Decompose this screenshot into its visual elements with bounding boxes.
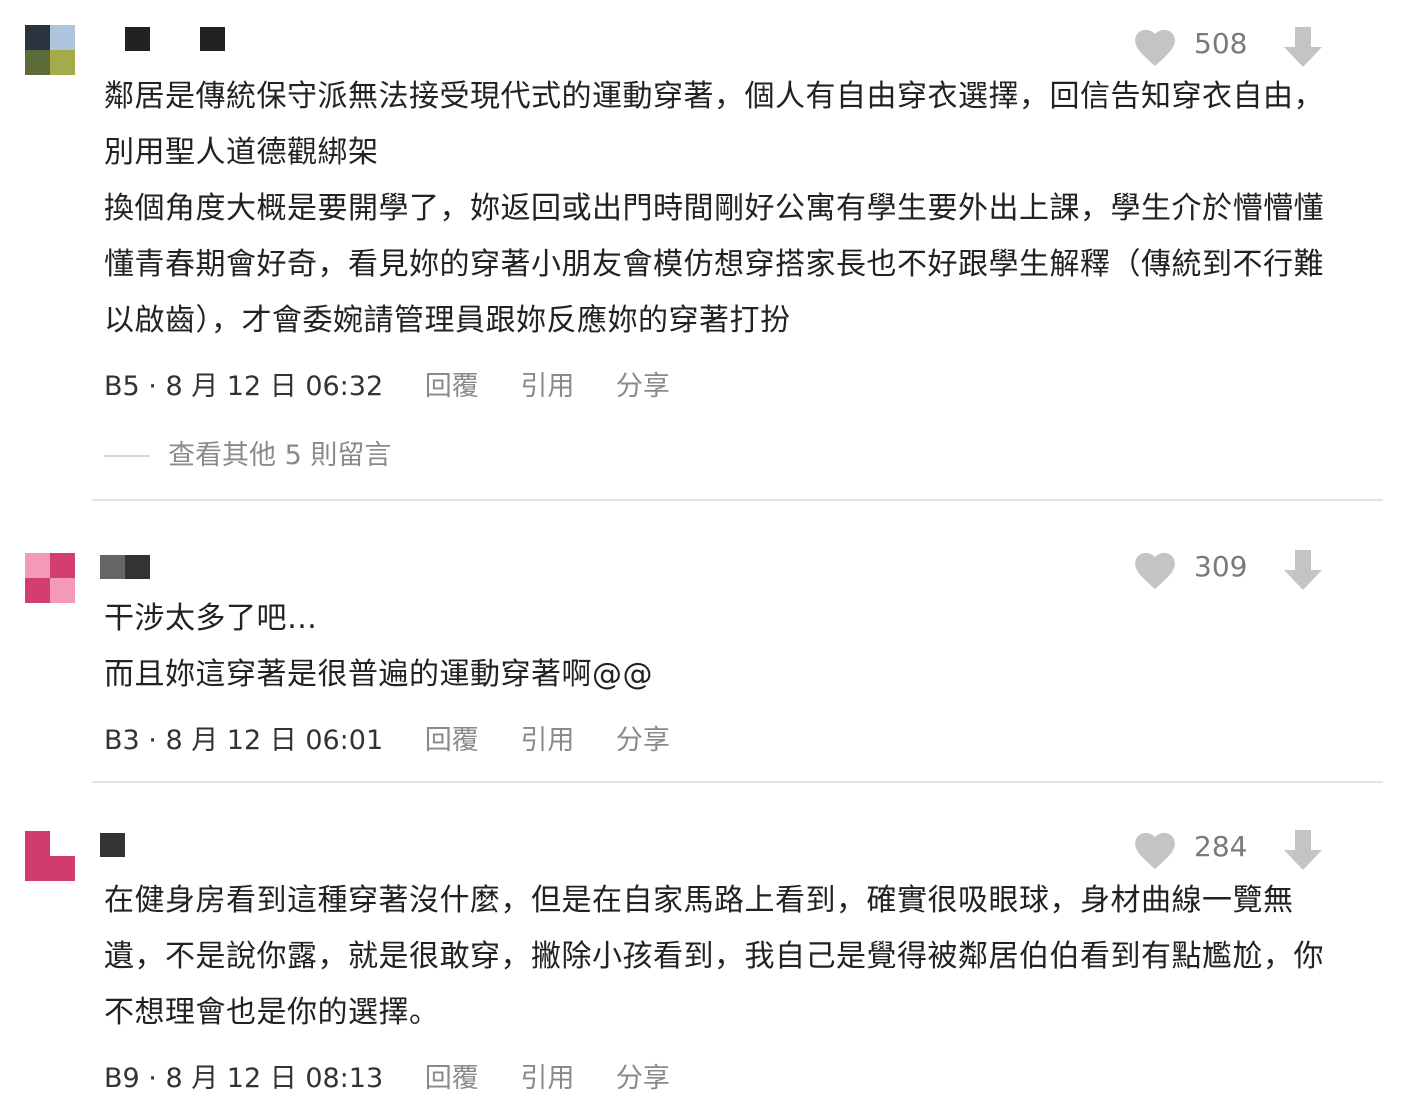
comment-line: 干涉太多了吧… <box>104 601 318 636</box>
heart-icon[interactable] <box>1134 552 1176 590</box>
avatar-cell <box>25 831 50 856</box>
comment-body: 干涉太多了吧… 而且妳這穿著是很普遍的運動穿著啊@@ <box>104 591 653 703</box>
heart-icon[interactable] <box>1134 29 1176 67</box>
avatar[interactable] <box>25 831 75 881</box>
comment-body: 鄰居是傳統保守派無法接受現代式的運動穿著，個人有自由穿衣選擇，回信告知穿衣自由，… <box>104 69 1324 349</box>
author-block <box>100 833 125 857</box>
quote-button[interactable]: 引用 <box>520 724 574 758</box>
arrow-down-icon[interactable] <box>1284 27 1322 67</box>
comment-line: 懂青春期會好奇，看見妳的穿著小朋友會模仿想穿搭家長也不好跟學生解釋（傳統到不行難 <box>104 247 1324 282</box>
quote-button[interactable]: 引用 <box>520 1062 574 1096</box>
like-count: 284 <box>1194 830 1248 863</box>
avatar-cell <box>50 553 75 578</box>
comment-meta: B3 · 8 月 12 日 06:01 回覆 引用 分享 <box>104 724 670 758</box>
separator: · <box>139 725 166 756</box>
avatar-cell <box>25 578 50 603</box>
avatar-cell <box>25 50 50 75</box>
timestamp: 8 月 12 日 08:13 <box>165 1063 384 1094</box>
avatar-cell <box>25 25 50 50</box>
arrow-down-icon[interactable] <box>1284 550 1322 590</box>
vote-controls: 284 <box>1134 828 1364 870</box>
comment-line: 別用聖人道德觀綁架 <box>104 135 379 170</box>
avatar-cell <box>50 578 75 603</box>
avatar-cell <box>50 831 75 856</box>
timestamp: 8 月 12 日 06:32 <box>165 371 384 402</box>
quote-button[interactable]: 引用 <box>520 370 574 404</box>
like-count: 508 <box>1194 27 1248 60</box>
reply-button[interactable]: 回覆 <box>425 1062 479 1096</box>
comment-line: 鄰居是傳統保守派無法接受現代式的運動穿著，個人有自由穿衣選擇，回信告知穿衣自由， <box>104 79 1324 114</box>
share-button[interactable]: 分享 <box>616 724 670 758</box>
comment-divider <box>92 499 1383 501</box>
timestamp: 8 月 12 日 06:01 <box>165 725 384 756</box>
author-block <box>125 555 150 579</box>
comment-line: 不想理會也是你的選擇。 <box>104 995 440 1030</box>
comment-line: 以啟齒），才會委婉請管理員跟妳反應妳的穿著打扮 <box>104 303 791 338</box>
reply-button[interactable]: 回覆 <box>425 724 479 758</box>
avatar-cell <box>25 553 50 578</box>
vote-controls: 309 <box>1134 548 1364 590</box>
avatar-cell <box>50 25 75 50</box>
comment-line: 換個角度大概是要開學了，妳返回或出門時間剛好公寓有學生要外出上課，學生介於懵懵懂 <box>104 191 1324 226</box>
avatar-cell <box>50 50 75 75</box>
author-block <box>100 555 125 579</box>
comment-meta: B9 · 8 月 12 日 08:13 回覆 引用 分享 <box>104 1062 670 1096</box>
share-button[interactable]: 分享 <box>616 370 670 404</box>
author-block <box>125 27 150 51</box>
comment-line: 遺，不是說你露，就是很敢穿，撇除小孩看到，我自己是覺得被鄰居伯伯看到有點尷尬，你 <box>104 939 1324 974</box>
avatar[interactable] <box>25 553 75 603</box>
vote-controls: 508 <box>1134 25 1364 67</box>
share-button[interactable]: 分享 <box>616 1062 670 1096</box>
author-block <box>200 27 225 51</box>
comment-line: 在健身房看到這種穿著沒什麼，但是在自家馬路上看到，確實很吸眼球，身材曲線一覽無 <box>104 883 1294 918</box>
heart-icon[interactable] <box>1134 832 1176 870</box>
separator: · <box>139 371 166 402</box>
avatar-cell <box>25 856 50 881</box>
avatar[interactable] <box>25 25 75 75</box>
comment-line: 而且妳這穿著是很普遍的運動穿著啊@@ <box>104 657 653 692</box>
comment-divider <box>92 781 1383 783</box>
floor-label: B3 <box>104 725 140 756</box>
arrow-down-icon[interactable] <box>1284 830 1322 870</box>
avatar-cell <box>50 856 75 881</box>
like-count: 309 <box>1194 550 1248 583</box>
view-more-replies-label: 查看其他 5 則留言 <box>168 440 392 471</box>
reply-button[interactable]: 回覆 <box>425 370 479 404</box>
comment-body: 在健身房看到這種穿著沒什麼，但是在自家馬路上看到，確實很吸眼球，身材曲線一覽無 … <box>104 873 1324 1041</box>
floor-label: B9 <box>104 1063 140 1094</box>
floor-label: B5 <box>104 371 140 402</box>
divider-line <box>104 455 150 457</box>
separator: · <box>139 1063 166 1094</box>
comment-meta: B5 · 8 月 12 日 06:32 回覆 引用 分享 <box>104 370 670 404</box>
